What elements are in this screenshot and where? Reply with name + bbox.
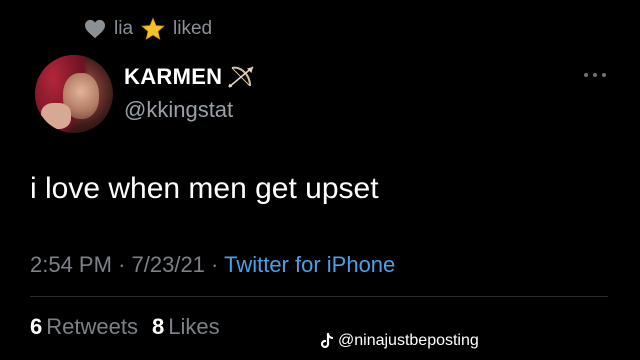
author-name-row[interactable]: KARMEN (124, 64, 256, 90)
retweets-stat[interactable]: 6 Retweets (30, 314, 138, 340)
likes-count: 8 (151, 314, 165, 339)
avatar[interactable] (35, 55, 113, 133)
bow-and-arrow-icon (228, 66, 254, 88)
tiktok-icon (320, 333, 334, 349)
likes-stat[interactable]: 8 Likes (152, 314, 220, 340)
star-icon (141, 17, 165, 40)
tweet-meta: 2:54 PM · 7/23/21 · Twitter for iPhone (30, 252, 395, 278)
tweet-stats: 6 Retweets 8 Likes (30, 314, 220, 340)
retweets-label: Retweets (46, 314, 138, 339)
meta-separator: · (118, 252, 126, 277)
heart-icon (85, 19, 105, 39)
meta-separator: · (211, 252, 219, 277)
retweets-count: 6 (30, 314, 43, 339)
display-name[interactable]: KARMEN (124, 64, 222, 90)
divider (30, 296, 608, 297)
likes-label: Likes (168, 314, 220, 339)
context-action: liked (173, 18, 213, 39)
liker-name[interactable]: lia (114, 18, 133, 40)
tiktok-watermark: @ninajustbeposting (320, 332, 479, 350)
tweet-date[interactable]: 7/23/21 (132, 252, 205, 277)
user-handle[interactable]: @kkingstat (124, 97, 233, 123)
tweet-time[interactable]: 2:54 PM (30, 252, 112, 277)
social-context: lia liked (84, 16, 212, 42)
watermark-text: @ninajustbeposting (338, 332, 479, 349)
more-options-icon[interactable] (584, 70, 608, 80)
tweet-source[interactable]: Twitter for iPhone (224, 252, 395, 277)
tweet-text: i love when men get upset (30, 172, 379, 205)
